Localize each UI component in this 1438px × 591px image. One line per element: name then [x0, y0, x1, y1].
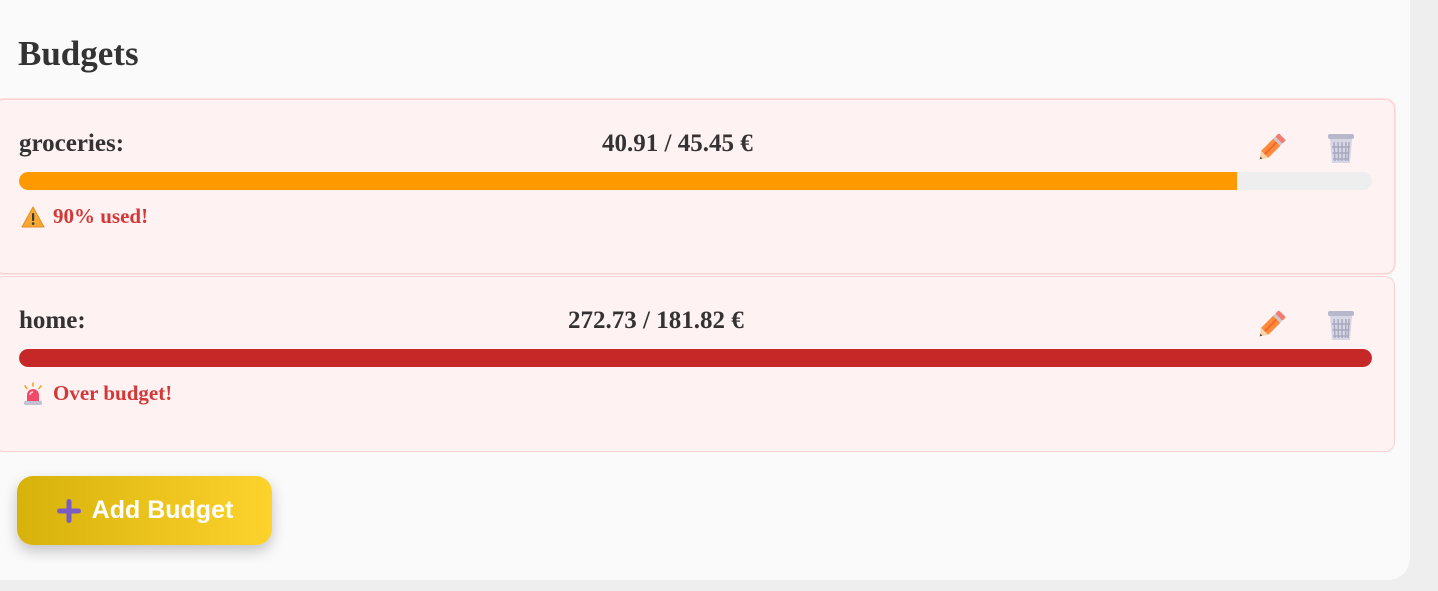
- delete-budget-button[interactable]: [1323, 130, 1359, 166]
- budget-progress-fill: [19, 349, 1372, 367]
- budget-card-home: home: 272.73 / 181.82 € Over budget!: [0, 276, 1395, 452]
- page-title: Budgets: [18, 34, 139, 73]
- pencil-icon: [1259, 133, 1286, 160]
- budget-card-groceries: groceries: 40.91 / 45.45 € 90% used!: [0, 99, 1395, 274]
- budget-status-text: 90% used!: [53, 204, 149, 228]
- budget-amount: 272.73 / 181.82 €: [568, 307, 744, 334]
- budget-category: groceries:: [19, 130, 125, 157]
- budget-progress-bar: [19, 349, 1372, 367]
- budget-progress-fill: [19, 172, 1237, 190]
- budgets-panel: Budgets groceries: 40.91 / 45.45 € 90% u…: [0, 0, 1410, 580]
- pencil-icon: [1259, 310, 1286, 337]
- trash-icon: [1328, 134, 1354, 163]
- warning-icon: [21, 206, 45, 227]
- add-budget-label: Add Budget: [91, 496, 234, 524]
- trash-icon: [1328, 311, 1354, 340]
- edit-budget-button[interactable]: [1253, 130, 1289, 166]
- budget-status: 90% used!: [21, 204, 148, 229]
- budget-status: Over budget!: [21, 381, 172, 406]
- budget-category: home:: [19, 307, 86, 334]
- edit-budget-button[interactable]: [1253, 307, 1289, 343]
- siren-icon: [24, 381, 42, 405]
- budget-amount: 40.91 / 45.45 €: [602, 130, 753, 157]
- budget-progress-bar: [19, 172, 1372, 190]
- add-budget-button[interactable]: Add Budget: [17, 476, 272, 545]
- budget-status-text: Over budget!: [53, 381, 173, 405]
- plus-icon: [56, 498, 81, 523]
- delete-budget-button[interactable]: [1323, 307, 1359, 343]
